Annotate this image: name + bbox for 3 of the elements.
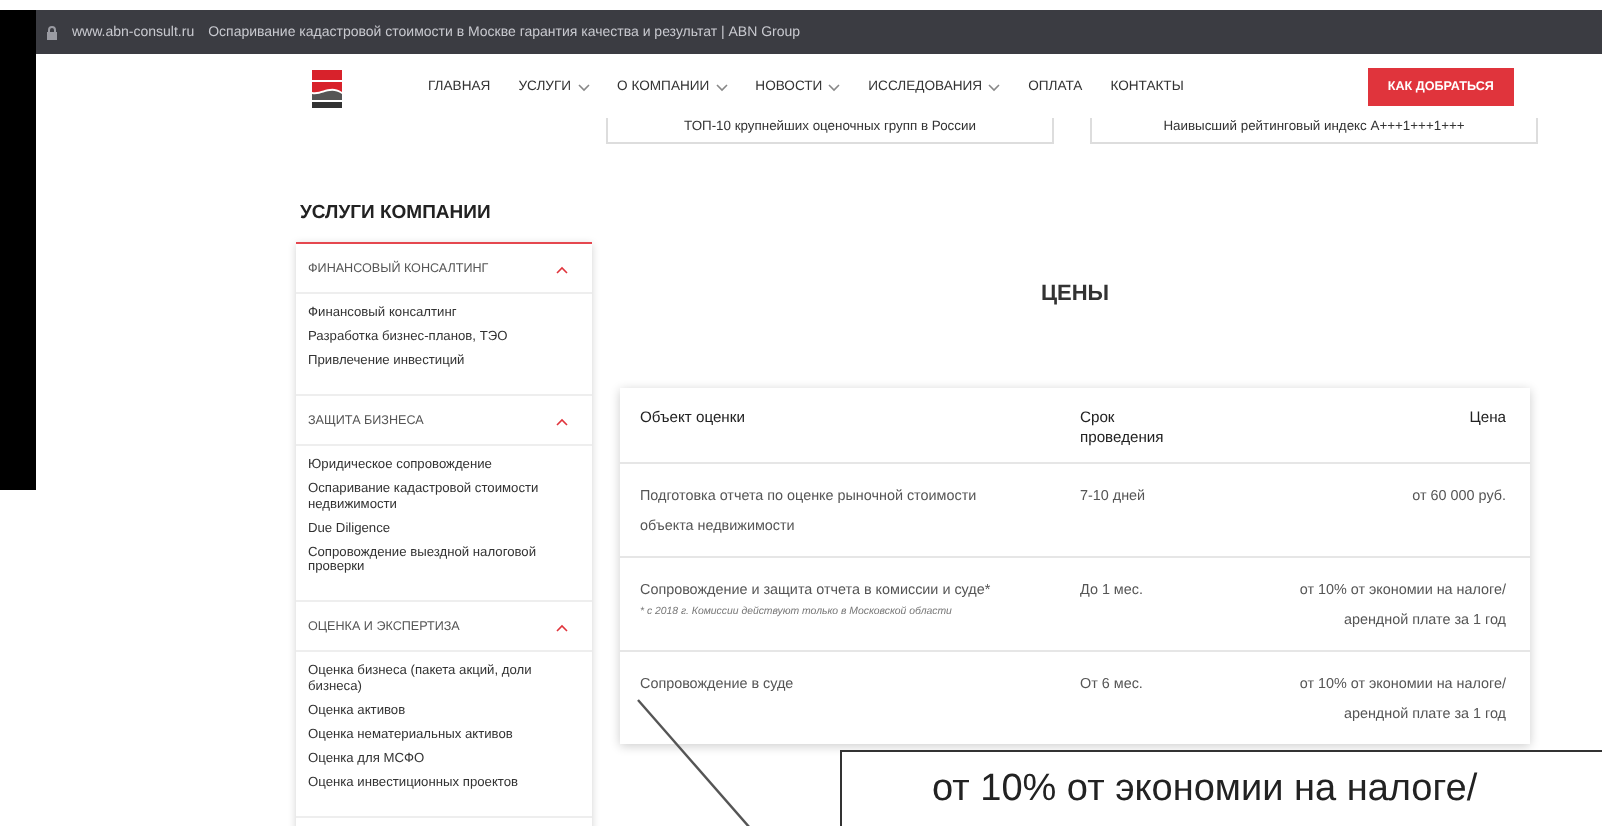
zoomed-price-callout: от 10% от экономии на налоге/ bbox=[840, 750, 1602, 826]
prices-heading: ЦЕНЫ bbox=[1038, 280, 1112, 310]
section-title: УСЛУГИ КОМПАНИИ bbox=[300, 200, 493, 228]
